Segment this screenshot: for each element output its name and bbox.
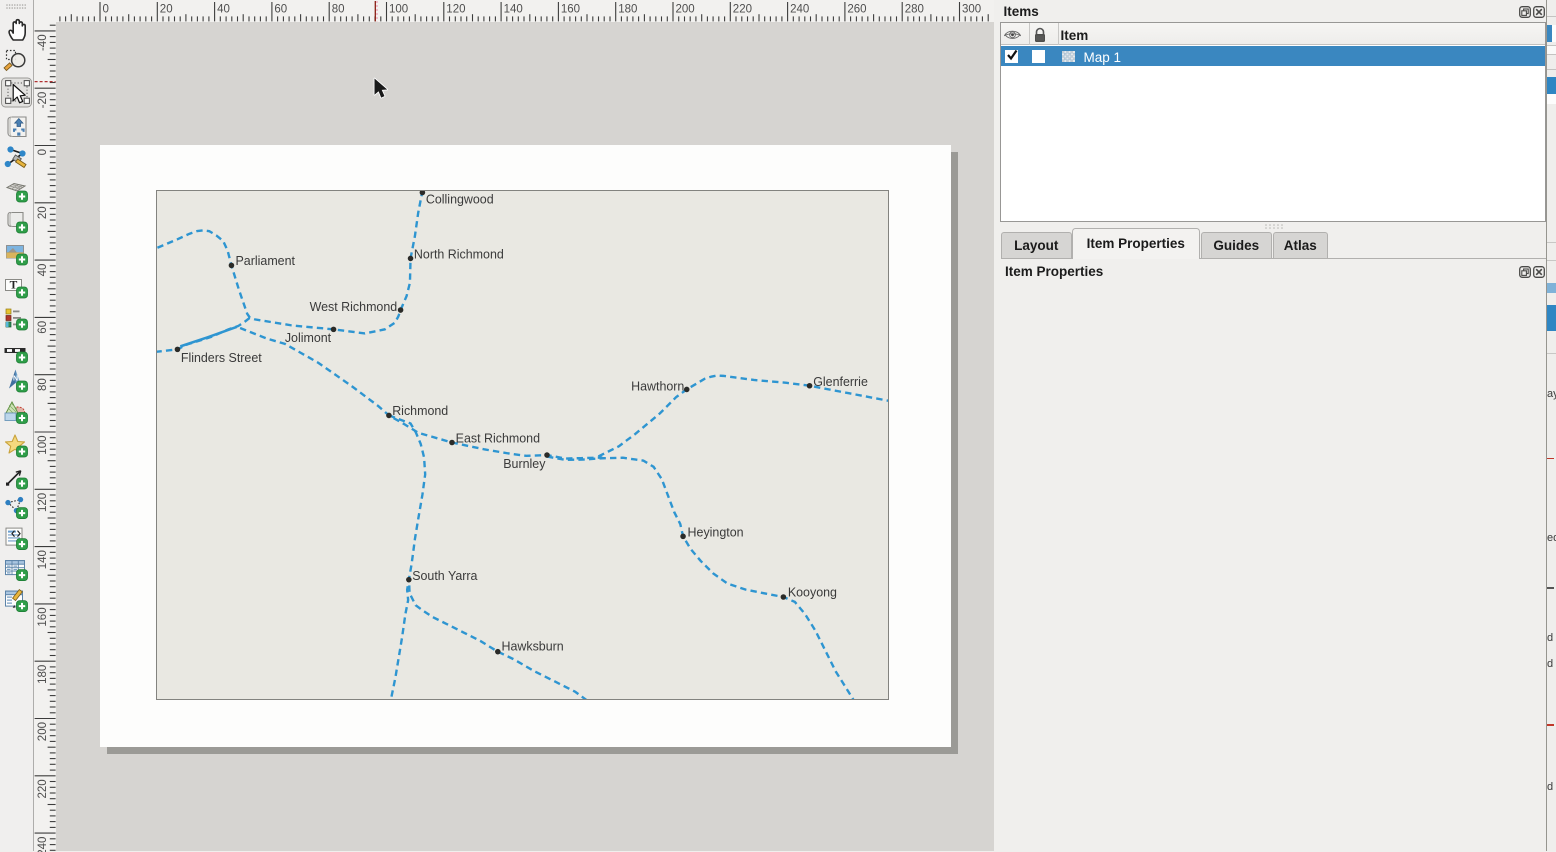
svg-text:20: 20 <box>37 206 49 219</box>
svg-text:240: 240 <box>790 4 809 16</box>
svg-text:Collingwood: Collingwood <box>426 193 494 207</box>
svg-text:Richmond: Richmond <box>392 404 448 418</box>
svg-text:Glenferrie: Glenferrie <box>813 375 868 389</box>
svg-text:-40: -40 <box>37 34 49 51</box>
svg-text:80: 80 <box>332 4 345 16</box>
svg-text:180: 180 <box>37 664 49 683</box>
svg-text:220: 220 <box>37 779 49 798</box>
svg-text:0: 0 <box>37 149 49 155</box>
svg-text:80: 80 <box>37 378 49 391</box>
svg-text:260: 260 <box>847 4 866 16</box>
svg-text:East Richmond: East Richmond <box>456 431 540 445</box>
svg-text:20: 20 <box>160 4 173 16</box>
svg-text:140: 140 <box>504 4 523 16</box>
svg-text:South Yarra: South Yarra <box>412 569 477 583</box>
svg-text:140: 140 <box>37 550 49 569</box>
svg-text:100: 100 <box>37 435 49 454</box>
svg-text:160: 160 <box>37 607 49 626</box>
svg-text:120: 120 <box>446 4 465 16</box>
svg-text:280: 280 <box>905 4 924 16</box>
svg-text:Parliament: Parliament <box>236 254 296 268</box>
svg-text:120: 120 <box>37 492 49 511</box>
svg-text:Jolimont: Jolimont <box>285 331 332 345</box>
svg-text:Kooyong: Kooyong <box>788 586 837 600</box>
svg-text:40: 40 <box>217 4 230 16</box>
svg-text:200: 200 <box>37 722 49 741</box>
svg-text:North Richmond: North Richmond <box>414 248 504 262</box>
svg-text:240: 240 <box>37 836 49 851</box>
svg-text:180: 180 <box>618 4 637 16</box>
svg-text:160: 160 <box>561 4 580 16</box>
svg-text:200: 200 <box>676 4 695 16</box>
svg-text:0: 0 <box>103 4 109 16</box>
svg-text:40: 40 <box>37 263 49 276</box>
svg-text:-20: -20 <box>37 91 49 108</box>
svg-text:Hawksburn: Hawksburn <box>501 640 563 654</box>
svg-text:West Richmond: West Richmond <box>310 300 398 314</box>
svg-text:100: 100 <box>389 4 408 16</box>
svg-text:60: 60 <box>274 4 287 16</box>
svg-text:300: 300 <box>962 4 981 16</box>
svg-text:Heyington: Heyington <box>688 526 744 540</box>
svg-text:220: 220 <box>733 4 752 16</box>
svg-text:Burnley: Burnley <box>503 457 546 471</box>
svg-text:Flinders Street: Flinders Street <box>181 351 262 365</box>
svg-text:60: 60 <box>37 320 49 333</box>
svg-text:Hawthorn: Hawthorn <box>631 380 684 394</box>
